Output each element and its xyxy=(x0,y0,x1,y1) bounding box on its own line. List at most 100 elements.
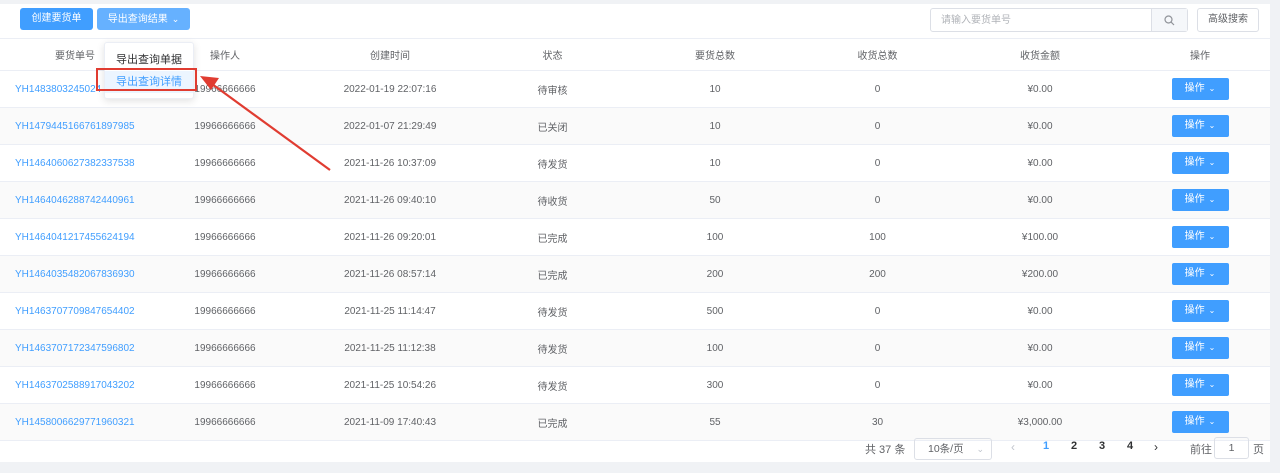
received-qty-cell: 0 xyxy=(805,329,950,367)
row-action-button[interactable]: 操作 ⌄ xyxy=(1171,226,1229,248)
table-row: YH1464060627382337538 19966666666 2021-1… xyxy=(0,144,1270,182)
order-number-link[interactable]: YH1463707172347596802 xyxy=(0,329,150,367)
row-action-button[interactable]: 操作 ⌄ xyxy=(1171,374,1229,396)
received-amount-cell: ¥0.00 xyxy=(950,181,1130,219)
received-amount-cell: ¥0.00 xyxy=(950,329,1130,367)
chevron-down-icon: ⌄ xyxy=(1208,158,1216,167)
received-amount-cell: ¥0.00 xyxy=(950,366,1130,404)
goto-suffix: 页 xyxy=(1253,444,1264,456)
requested-qty-cell: 500 xyxy=(625,292,805,330)
row-action-button[interactable]: 操作 ⌄ xyxy=(1171,337,1229,359)
toolbar: 创建要货单 导出查询结果⌄ 高级搜索 xyxy=(0,4,1270,38)
status-cell: 待发货 xyxy=(480,366,625,404)
page-size-value: 10条/页 xyxy=(928,443,964,455)
order-number-link[interactable]: YH1479445166761897985 xyxy=(0,107,150,145)
order-number-link[interactable]: YH1464046288742440961 xyxy=(0,181,150,219)
row-action-button[interactable]: 操作 ⌄ xyxy=(1171,189,1229,211)
chevron-down-icon: ⌄ xyxy=(1208,121,1216,130)
operator-cell: 19966666666 xyxy=(150,107,300,145)
requested-qty-cell: 100 xyxy=(625,329,805,367)
status-cell: 待发货 xyxy=(480,292,625,330)
order-number-link[interactable]: YH1464060627382337538 xyxy=(0,144,150,182)
actions-cell: 操作 ⌄ xyxy=(1130,107,1270,145)
column-header-received-qty[interactable]: 收货总数 xyxy=(805,38,950,71)
status-cell: 已完成 xyxy=(480,218,625,256)
chevron-down-icon: ⌄ xyxy=(976,444,984,454)
column-header-created-time[interactable]: 创建时间 xyxy=(300,38,480,71)
annotation-highlight-box xyxy=(96,68,197,91)
table-body: YH1483803245024 19966666666 2022-01-19 2… xyxy=(0,70,1270,441)
chevron-down-icon: ⌄ xyxy=(1208,306,1216,315)
actions-cell: 操作 ⌄ xyxy=(1130,292,1270,330)
received-qty-cell: 0 xyxy=(805,144,950,182)
chevron-down-icon: ⌄ xyxy=(1208,84,1216,93)
received-amount-cell: ¥100.00 xyxy=(950,218,1130,256)
status-cell: 待审核 xyxy=(480,70,625,108)
order-number-link[interactable]: YH1464035482067836930 xyxy=(0,255,150,293)
requested-qty-cell: 10 xyxy=(625,144,805,182)
row-action-button[interactable]: 操作 ⌄ xyxy=(1171,300,1229,322)
prev-page-icon[interactable]: ‹ xyxy=(1011,440,1015,454)
page-size-select[interactable]: 10条/页 ⌄ xyxy=(914,438,992,460)
operator-cell: 19966666666 xyxy=(150,366,300,404)
operator-cell: 19966666666 xyxy=(150,255,300,293)
row-action-button[interactable]: 操作 ⌄ xyxy=(1171,115,1229,137)
export-results-button[interactable]: 导出查询结果 ⌄ xyxy=(97,8,190,30)
chevron-down-icon: ⌄ xyxy=(1208,343,1216,352)
table-row: YH1463707709847654402 19966666666 2021-1… xyxy=(0,292,1270,330)
column-header-requested-qty[interactable]: 要货总数 xyxy=(625,38,805,71)
row-action-label: 操作 xyxy=(1184,83,1205,94)
column-header-status[interactable]: 状态 xyxy=(480,38,625,71)
page-number-2[interactable]: 2 xyxy=(1064,440,1084,452)
row-action-button[interactable]: 操作 ⌄ xyxy=(1171,263,1229,285)
status-cell: 已完成 xyxy=(480,255,625,293)
received-amount-cell: ¥0.00 xyxy=(950,70,1130,108)
row-action-button[interactable]: 操作 ⌄ xyxy=(1171,78,1229,100)
chevron-down-icon: ⌄ xyxy=(1208,380,1216,389)
next-page-icon[interactable]: › xyxy=(1154,440,1158,454)
create-order-button[interactable]: 创建要货单 xyxy=(20,8,93,30)
received-amount-cell: ¥0.00 xyxy=(950,144,1130,182)
page-number-3[interactable]: 3 xyxy=(1092,440,1112,452)
table-row: YH1463707172347596802 19966666666 2021-1… xyxy=(0,329,1270,367)
page-number-1[interactable]: 1 xyxy=(1036,440,1056,452)
actions-cell: 操作 ⌄ xyxy=(1130,218,1270,256)
operator-cell: 19966666666 xyxy=(150,329,300,367)
created-time-cell: 2021-11-25 11:14:47 xyxy=(300,292,480,330)
order-number-link[interactable]: YH1464041217455624194 xyxy=(0,218,150,256)
received-qty-cell: 0 xyxy=(805,70,950,108)
row-action-label: 操作 xyxy=(1184,305,1205,316)
order-number-link[interactable]: YH1463707709847654402 xyxy=(0,292,150,330)
page-number-4[interactable]: 4 xyxy=(1120,440,1140,452)
column-header-received-amount[interactable]: 收货金额 xyxy=(950,38,1130,71)
row-action-label: 操作 xyxy=(1184,268,1205,279)
chevron-down-icon: ⌄ xyxy=(1208,417,1216,426)
chevron-down-icon: ⌄ xyxy=(1208,195,1216,204)
actions-cell: 操作 ⌄ xyxy=(1130,366,1270,404)
received-amount-cell: ¥0.00 xyxy=(950,292,1130,330)
received-qty-cell: 100 xyxy=(805,218,950,256)
search-input[interactable] xyxy=(931,9,1153,31)
row-action-label: 操作 xyxy=(1184,194,1205,205)
received-amount-cell: ¥200.00 xyxy=(950,255,1130,293)
table-row: YH1479445166761897985 19966666666 2022-0… xyxy=(0,107,1270,145)
created-time-cell: 2021-11-26 09:20:01 xyxy=(300,218,480,256)
row-action-button[interactable]: 操作 ⌄ xyxy=(1171,152,1229,174)
created-time-cell: 2021-11-26 08:57:14 xyxy=(300,255,480,293)
row-action-label: 操作 xyxy=(1184,231,1205,242)
search-button[interactable] xyxy=(1151,9,1187,31)
table-row: YH1464035482067836930 19966666666 2021-1… xyxy=(0,255,1270,293)
created-time-cell: 2021-11-25 11:12:38 xyxy=(300,329,480,367)
column-header-actions[interactable]: 操作 xyxy=(1130,38,1270,71)
search-box xyxy=(930,8,1188,32)
row-action-label: 操作 xyxy=(1184,157,1205,168)
status-cell: 待收货 xyxy=(480,181,625,219)
advanced-search-button[interactable]: 高级搜索 xyxy=(1197,8,1259,32)
received-amount-cell: ¥0.00 xyxy=(950,107,1130,145)
received-qty-cell: 0 xyxy=(805,366,950,404)
actions-cell: 操作 ⌄ xyxy=(1130,181,1270,219)
order-number-link[interactable]: YH1463702588917043202 xyxy=(0,366,150,404)
row-action-button[interactable]: 操作 ⌄ xyxy=(1171,411,1229,433)
received-qty-cell: 0 xyxy=(805,107,950,145)
goto-page-input[interactable]: 1 xyxy=(1214,437,1249,459)
